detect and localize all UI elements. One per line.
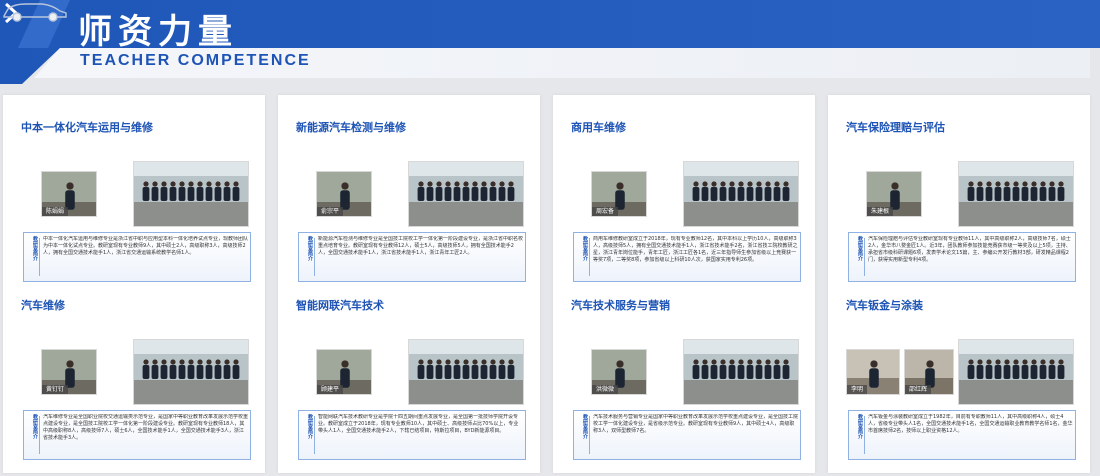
department-title: 中本一体化汽车运用与维修 bbox=[21, 121, 153, 134]
person-name: 朱建根 bbox=[867, 207, 894, 216]
intro-text: 汽车钣金与涂装教研室成立于1982年，目前有专职教师11人，其中高级职称4人，硕… bbox=[868, 414, 1073, 434]
portrait-photo: 李明 bbox=[846, 349, 900, 395]
portrait-photo: 邵红辉 bbox=[904, 349, 954, 395]
department-section: 汽车钣金与涂装 李明 邵红辉 教研室简介 汽车钣金与涂装教研室成立于1982年，… bbox=[828, 281, 1090, 467]
portrait-photo: 黄钉钉 bbox=[41, 349, 97, 395]
group-photo bbox=[408, 161, 524, 227]
portrait-photo: 顾建平 bbox=[316, 349, 372, 395]
intro-text: 商用车维修教研室成立于2018年，现有专业教师12名，其中本科以上学历10人，高… bbox=[593, 236, 798, 263]
intro-text: 汽车技术服务与营销专业是国家中等职业教育改革发展示范学校重点建设专业，是全国技工… bbox=[593, 414, 798, 434]
person-name: 陈娟娟 bbox=[42, 207, 69, 216]
group-photo bbox=[133, 161, 249, 227]
intro-label: 教研室简介 bbox=[307, 236, 313, 261]
department-intro: 教研室简介 汽车钣金与涂装教研室成立于1982年，目前有专职教师11人，其中高级… bbox=[848, 410, 1076, 460]
department-title: 汽车保险理赔与评估 bbox=[846, 121, 945, 134]
intro-label: 教研室简介 bbox=[32, 236, 38, 261]
portrait-photo: 朱建根 bbox=[866, 171, 922, 217]
department-intro: 教研室简介 汽车技术服务与营销专业是国家中等职业教育改革发展示范学校重点建设专业… bbox=[573, 410, 801, 460]
intro-divider bbox=[589, 416, 590, 454]
department-intro: 教研室简介 商用车维修教研室成立于2018年，现有专业教师12名，其中本科以上学… bbox=[573, 232, 801, 282]
intro-label: 教研室简介 bbox=[307, 414, 313, 439]
intro-label: 教研室简介 bbox=[857, 414, 863, 439]
department-card: 中本一体化汽车运用与维修 陈娟娟 教研室简介 中本一体化汽车运用与维修专业是浙江… bbox=[3, 95, 265, 473]
portrait-photo: 陈娟娟 bbox=[41, 171, 97, 217]
group-photo bbox=[133, 339, 249, 405]
department-section: 智能网联汽车技术 顾建平 教研室简介 智能网联汽车技术教研专业是学院十四五期间重… bbox=[278, 281, 540, 467]
department-section: 新能源汽车检测与维修 俞宗平 教研室简介 新能源汽车检测与维修专业是全国技工院校… bbox=[278, 103, 540, 289]
intro-divider bbox=[864, 238, 865, 276]
department-section: 汽车维修 黄钉钉 教研室简介 汽车维修专业是全国职业院校交通运输类示范专业，是国… bbox=[3, 281, 265, 467]
group-photo bbox=[958, 339, 1074, 405]
department-section: 商用车维修 周宏备 教研室简介 商用车维修教研室成立于2018年，现有专业教师1… bbox=[553, 103, 815, 289]
intro-label: 教研室简介 bbox=[582, 236, 588, 261]
intro-divider bbox=[864, 416, 865, 454]
page-subtitle: TEACHER COMPETENCE bbox=[80, 52, 311, 69]
person-name: 顾建平 bbox=[317, 385, 344, 394]
department-title: 新能源汽车检测与维修 bbox=[296, 121, 406, 134]
intro-divider bbox=[39, 238, 40, 276]
page-title: 师资力量 bbox=[78, 12, 238, 52]
group-photo bbox=[683, 339, 799, 405]
group-photo bbox=[408, 339, 524, 405]
portrait-photo: 俞宗平 bbox=[316, 171, 372, 217]
person-name: 洪微微 bbox=[592, 385, 619, 394]
intro-text: 中本一体化汽车运用与维修专业是浙江省中职与应用型本科一体化培养试点专业，现教师团… bbox=[43, 236, 248, 256]
portrait-photo: 周宏备 bbox=[591, 171, 647, 217]
department-section: 汽车保险理赔与评估 朱建根 教研室简介 汽车保险理赔与评估专业教研室现有专业教师… bbox=[828, 103, 1090, 289]
person-name: 黄钉钉 bbox=[42, 385, 69, 394]
intro-divider bbox=[314, 238, 315, 276]
intro-text: 新能源汽车检测与维修专业是全国技工院校工学一体化第一阶段建设专业，是浙江省中职名… bbox=[318, 236, 523, 256]
department-card: 汽车保险理赔与评估 朱建根 教研室简介 汽车保险理赔与评估专业教研室现有专业教师… bbox=[828, 95, 1090, 473]
department-card: 商用车维修 周宏备 教研室简介 商用车维修教研室成立于2018年，现有专业教师1… bbox=[553, 95, 815, 473]
page-header: 师资力量 TEACHER COMPETENCE bbox=[0, 0, 1100, 84]
intro-text: 智能网联汽车技术教研专业是学院十四五期间重点发展专业，是全国第一批技师学院开设专… bbox=[318, 414, 519, 434]
intro-text: 汽车保险理赔与评估专业教研室现有专业教师11人，其中高级职称2人，高级技师7名，… bbox=[868, 236, 1071, 263]
department-title: 汽车技术服务与营销 bbox=[571, 299, 670, 312]
department-section: 汽车技术服务与营销 洪微微 教研室简介 汽车技术服务与营销专业是国家中等职业教育… bbox=[553, 281, 815, 467]
department-title: 汽车维修 bbox=[21, 299, 65, 312]
department-card: 新能源汽车检测与维修 俞宗平 教研室简介 新能源汽车检测与维修专业是全国技工院校… bbox=[278, 95, 540, 473]
person-name: 邵红辉 bbox=[905, 385, 932, 394]
department-section: 中本一体化汽车运用与维修 陈娟娟 教研室简介 中本一体化汽车运用与维修专业是浙江… bbox=[3, 103, 265, 289]
department-intro: 教研室简介 新能源汽车检测与维修专业是全国技工院校工学一体化第一阶段建设专业，是… bbox=[298, 232, 526, 282]
department-title: 商用车维修 bbox=[571, 121, 626, 134]
intro-text: 汽车维修专业是全国职业院校交通运输类示范专业，是国家中等职业教育改革发展示范学校… bbox=[43, 414, 248, 441]
intro-divider bbox=[314, 416, 315, 454]
intro-label: 教研室简介 bbox=[857, 236, 863, 261]
intro-divider bbox=[39, 416, 40, 454]
department-intro: 教研室简介 中本一体化汽车运用与维修专业是浙江省中职与应用型本科一体化培养试点专… bbox=[23, 232, 251, 282]
intro-divider bbox=[589, 238, 590, 276]
intro-label: 教研室简介 bbox=[32, 414, 38, 439]
group-photo bbox=[683, 161, 799, 227]
department-title: 智能网联汽车技术 bbox=[296, 299, 384, 312]
person-name: 周宏备 bbox=[592, 207, 619, 216]
department-title: 汽车钣金与涂装 bbox=[846, 299, 923, 312]
intro-label: 教研室简介 bbox=[582, 414, 588, 439]
department-intro: 教研室简介 汽车保险理赔与评估专业教研室现有专业教师11人，其中高级职称2人，高… bbox=[848, 232, 1076, 282]
person-name: 俞宗平 bbox=[317, 207, 344, 216]
portrait-photo: 洪微微 bbox=[591, 349, 647, 395]
department-intro: 教研室简介 汽车维修专业是全国职业院校交通运输类示范专业，是国家中等职业教育改革… bbox=[23, 410, 251, 460]
car-icon bbox=[3, 3, 67, 22]
group-photo bbox=[958, 161, 1074, 227]
department-intro: 教研室简介 智能网联汽车技术教研专业是学院十四五期间重点发展专业，是全国第一批技… bbox=[298, 410, 526, 460]
person-name: 李明 bbox=[847, 385, 868, 394]
